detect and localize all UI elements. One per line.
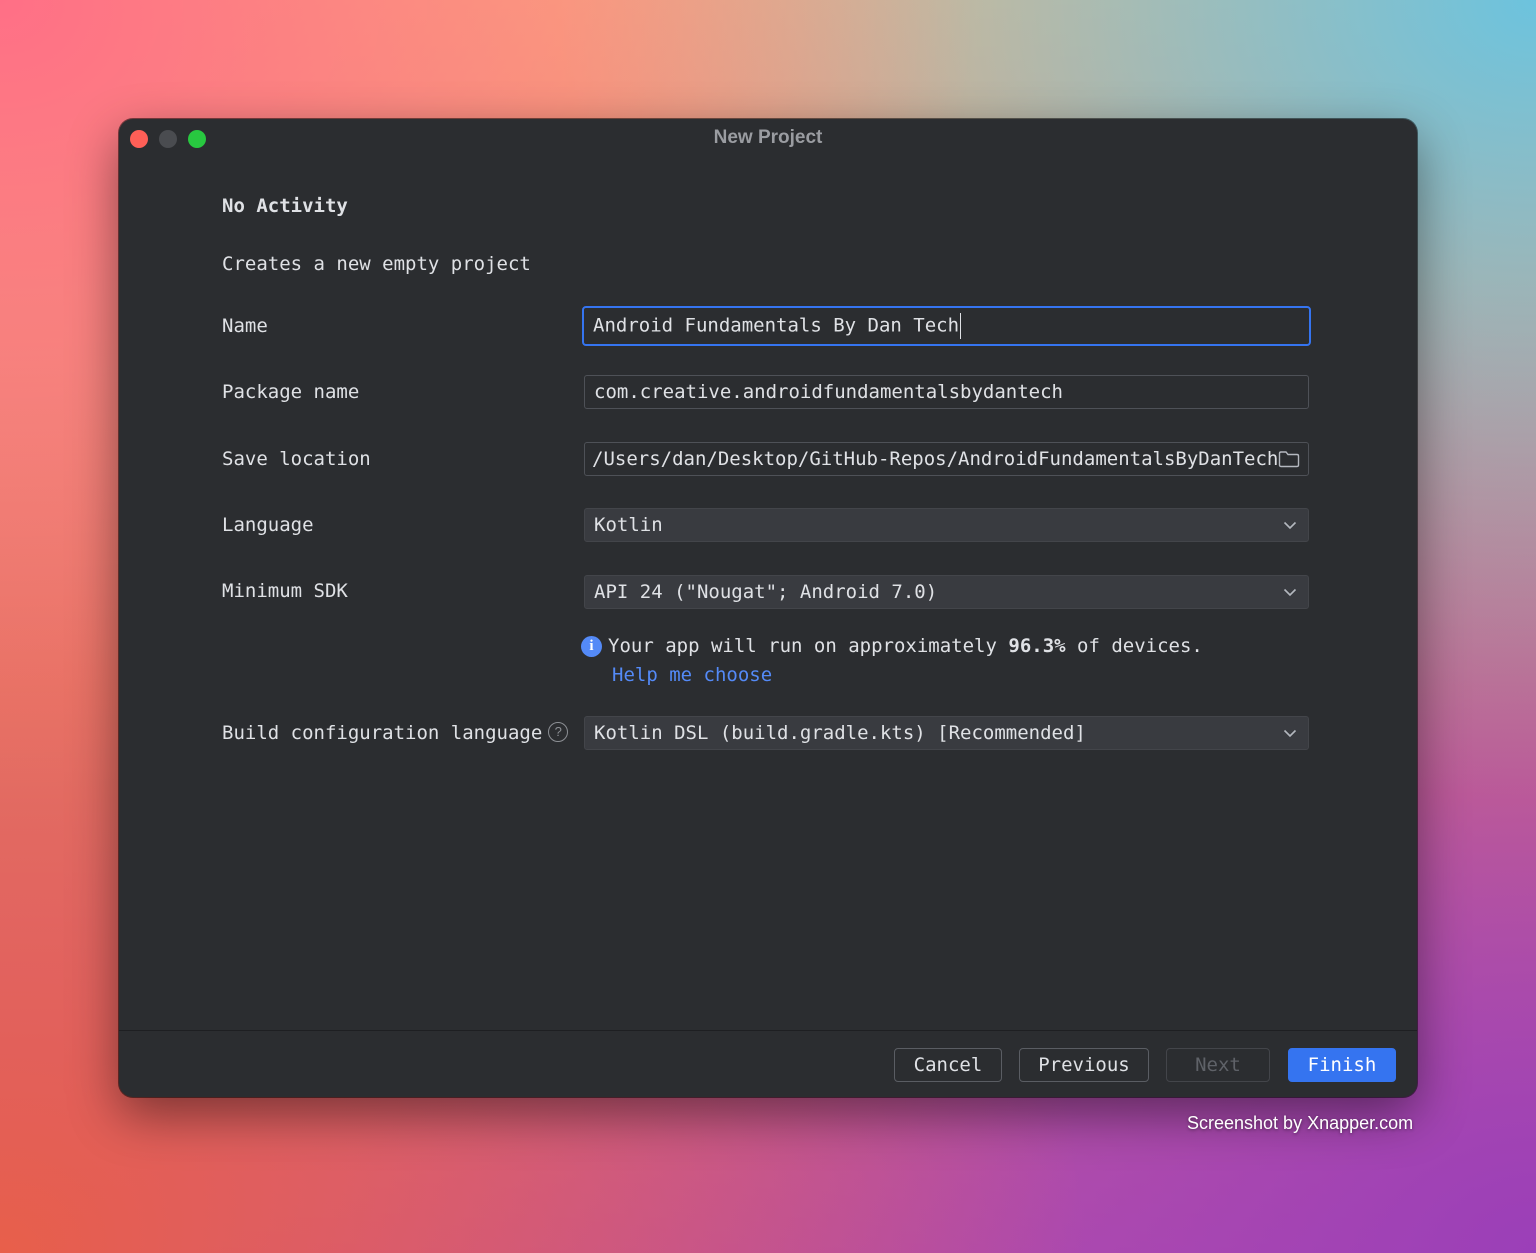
watermark: Screenshot by Xnapper.com: [1187, 1113, 1414, 1133]
finish-button[interactable]: Finish: [1288, 1048, 1396, 1082]
coverage-percent: 96.3%: [1008, 635, 1066, 657]
build-config-value: Kotlin DSL (build.gradle.kts) [Recommend…: [594, 722, 1086, 744]
footer-divider: [119, 1030, 1417, 1031]
minimum-sdk-value: API 24 ("Nougat"; Android 7.0): [594, 581, 938, 603]
language-select[interactable]: Kotlin: [584, 508, 1309, 542]
name-input[interactable]: Android Fundamentals By Dan Tech: [582, 306, 1311, 346]
device-coverage-info: i Your app will run on approximately 96.…: [581, 635, 1203, 657]
folder-icon[interactable]: [1278, 449, 1300, 469]
template-heading: No Activity: [222, 195, 348, 217]
next-button[interactable]: Next: [1166, 1048, 1270, 1082]
template-description: Creates a new empty project: [222, 253, 531, 275]
name-label: Name: [222, 315, 268, 337]
new-project-window: New Project No Activity Creates a new em…: [119, 119, 1417, 1097]
chevron-down-icon: [1283, 518, 1297, 532]
minimum-sdk-label: Minimum SDK: [222, 580, 348, 602]
package-name-input[interactable]: com.creative.androidfundamentalsbydantec…: [584, 375, 1309, 409]
build-config-select[interactable]: Kotlin DSL (build.gradle.kts) [Recommend…: [584, 716, 1309, 750]
save-location-label: Save location: [222, 448, 371, 470]
build-config-label: Build configuration language?: [222, 721, 569, 744]
info-prefix: Your app will run on approximately: [608, 635, 1009, 657]
text-caret: [960, 313, 962, 339]
info-suffix: of devices.: [1065, 635, 1203, 657]
previous-button[interactable]: Previous: [1019, 1048, 1149, 1082]
save-location-value: /Users/dan/Desktop/GitHub-Repos/AndroidF…: [592, 448, 1278, 470]
minimum-sdk-select[interactable]: API 24 ("Nougat"; Android 7.0): [584, 575, 1309, 609]
help-me-choose-link[interactable]: Help me choose: [612, 664, 772, 686]
question-circle-icon[interactable]: ?: [548, 721, 569, 742]
package-name-value: com.creative.androidfundamentalsbydantec…: [594, 381, 1063, 403]
cancel-button[interactable]: Cancel: [894, 1048, 1002, 1082]
title-bar: New Project: [119, 119, 1417, 159]
build-config-label-text: Build configuration language: [222, 722, 543, 744]
window-title: New Project: [713, 127, 823, 148]
chevron-down-icon: [1283, 585, 1297, 599]
package-name-label: Package name: [222, 381, 360, 403]
language-value: Kotlin: [594, 514, 663, 536]
save-location-input[interactable]: /Users/dan/Desktop/GitHub-Repos/AndroidF…: [584, 442, 1309, 476]
name-input-value: Android Fundamentals By Dan Tech: [593, 314, 960, 337]
info-icon: i: [581, 635, 602, 657]
language-label: Language: [222, 514, 314, 536]
chevron-down-icon: [1283, 726, 1297, 740]
